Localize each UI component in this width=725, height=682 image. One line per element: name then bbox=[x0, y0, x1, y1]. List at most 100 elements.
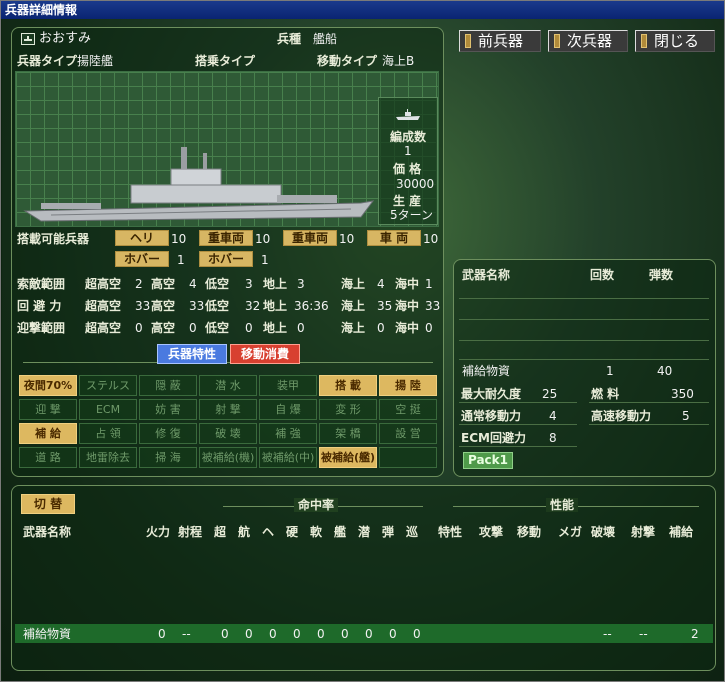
carry-item-value: 10 bbox=[255, 232, 271, 246]
range-col-label: 地上 bbox=[263, 299, 288, 313]
stat-divider bbox=[459, 446, 577, 447]
trait-chip: 潜 水 bbox=[199, 375, 257, 396]
range-value: 0 bbox=[297, 321, 305, 335]
formation-label: 編成数 bbox=[390, 130, 427, 144]
range-value: 1 bbox=[425, 277, 433, 291]
range-col-label: 高空 bbox=[151, 277, 176, 291]
trait-chip: 地雷除去 bbox=[79, 447, 137, 468]
stat-divider bbox=[459, 424, 577, 425]
carry-item-value: 10 bbox=[171, 232, 187, 246]
trait-chip: 道 路 bbox=[19, 447, 77, 468]
range-value: 2 bbox=[135, 277, 143, 291]
switch-button[interactable]: 切 替 bbox=[21, 494, 75, 514]
stat-divider bbox=[589, 402, 709, 403]
trait-chip: 補 強 bbox=[259, 423, 317, 444]
range-col-label: 海上 bbox=[341, 277, 366, 291]
fuel-value: 350 bbox=[671, 387, 694, 401]
high-speed-move-value: 5 bbox=[682, 409, 690, 423]
performance-group-label: 性能 bbox=[546, 498, 579, 512]
weapon-type-label: 兵器タイプ bbox=[17, 54, 78, 68]
hit-rate-cell: 0 bbox=[413, 627, 421, 641]
table-header-cell: 移動 bbox=[517, 525, 542, 539]
prev-weapon-button[interactable]: 前兵器 bbox=[459, 30, 541, 52]
trait-chip: 搭 載 bbox=[319, 375, 377, 396]
hit-rate-group-label: 命中率 bbox=[294, 498, 339, 512]
ship-image bbox=[23, 147, 375, 222]
board-type-label: 搭乗タイプ bbox=[195, 54, 256, 68]
range-value: 4 bbox=[189, 277, 197, 291]
high-speed-move-label: 高速移動力 bbox=[591, 409, 652, 423]
table-header-cell: 超 bbox=[214, 525, 227, 539]
stat-divider bbox=[589, 424, 709, 425]
shoot-cell: -- bbox=[639, 627, 648, 641]
table-header-cell: 火力 bbox=[146, 525, 171, 539]
stat-divider bbox=[459, 402, 577, 403]
table-header-cell: 補給 bbox=[669, 525, 694, 539]
trait-chip: 架 橋 bbox=[319, 423, 377, 444]
table-header-cell: 軟 bbox=[310, 525, 323, 539]
table-header-cell: 航 bbox=[238, 525, 251, 539]
weapon-performance-panel bbox=[11, 485, 716, 671]
window-title: 兵器詳細情報 bbox=[1, 1, 724, 19]
carry-item: ヘリ bbox=[115, 230, 169, 246]
pack-button[interactable]: Pack1 bbox=[463, 452, 513, 469]
weapon-slot-line bbox=[459, 319, 709, 320]
range-value: 0 bbox=[189, 321, 197, 335]
trait-chip: 夜間70% bbox=[19, 375, 77, 396]
range-value: 32 bbox=[245, 299, 261, 313]
button-marker-icon bbox=[465, 34, 471, 48]
supply-cell: 2 bbox=[691, 627, 699, 641]
range-row-label: 回 避 力 bbox=[17, 299, 62, 313]
table-header-cell: 特性 bbox=[438, 525, 463, 539]
range-col-label: 海中 bbox=[395, 277, 420, 291]
destroy-cell: -- bbox=[603, 627, 612, 641]
tab-weapon-traits[interactable]: 兵器特性 bbox=[157, 344, 227, 364]
range-col-label: 高空 bbox=[151, 299, 176, 313]
range-col-label: 海上 bbox=[341, 299, 366, 313]
range-col-label: 地上 bbox=[263, 277, 288, 291]
trait-chip: 破 壊 bbox=[199, 423, 257, 444]
carry-item-value: 10 bbox=[423, 232, 439, 246]
range-col-label: 海上 bbox=[341, 321, 366, 335]
move-type-value: 海上B bbox=[382, 54, 415, 68]
table-header-cell: 射撃 bbox=[631, 525, 656, 539]
carry-label: 搭載可能兵器 bbox=[17, 232, 90, 246]
range-row-label: 索敵範囲 bbox=[17, 277, 66, 291]
weapon-list-item-count: 1 bbox=[606, 364, 614, 378]
weapon-name-header: 武器名称 bbox=[462, 268, 511, 282]
hit-rate-cell: 0 bbox=[245, 627, 253, 641]
range-value: 3 bbox=[245, 277, 253, 291]
trait-chip: 被補給(中) bbox=[259, 447, 317, 468]
range-row-label: 迎撃範囲 bbox=[17, 321, 66, 335]
max-durability-value: 25 bbox=[542, 387, 558, 401]
range-value: 33 bbox=[135, 299, 151, 313]
formation-value: 1 bbox=[404, 144, 412, 158]
table-header-cell: 巡 bbox=[406, 525, 419, 539]
table-header-cell: 弾 bbox=[382, 525, 395, 539]
weapon-list-item-name[interactable]: 補給物資 bbox=[462, 364, 510, 378]
range-value: 36:36 bbox=[294, 299, 329, 313]
trait-chip: 揚 陸 bbox=[379, 375, 437, 396]
hit-rate-cell: 0 bbox=[389, 627, 397, 641]
weapon-detail-window: 兵器詳細情報 前兵器 次兵器 閉じる おおすみ 兵種 艦船 兵器タイプ 揚陸艦 … bbox=[0, 0, 725, 682]
range-value: 35 bbox=[377, 299, 393, 313]
trait-chip: 迎 撃 bbox=[19, 399, 77, 420]
close-button[interactable]: 閉じる bbox=[635, 30, 715, 52]
hit-rate-cell: 0 bbox=[341, 627, 349, 641]
range-col-label: 低空 bbox=[205, 277, 230, 291]
range-col-label: 海中 bbox=[395, 321, 420, 335]
weapon-list-item-ammo: 40 bbox=[657, 364, 673, 378]
range-value: 0 bbox=[135, 321, 143, 335]
weapon-ammo-header: 弾数 bbox=[649, 268, 674, 282]
weapon-count-header: 回数 bbox=[590, 268, 615, 282]
carry-item: ホバー bbox=[115, 251, 169, 267]
range-value: 0 bbox=[377, 321, 385, 335]
tab-move-consumption[interactable]: 移動消費 bbox=[230, 344, 300, 364]
next-weapon-button[interactable]: 次兵器 bbox=[548, 30, 628, 52]
range-value: 33 bbox=[425, 299, 441, 313]
table-header-cell: ヘ bbox=[262, 525, 275, 539]
range-value: 0 bbox=[245, 321, 253, 335]
weapon-type-value: 揚陸艦 bbox=[77, 54, 114, 68]
trait-chip: 設 営 bbox=[379, 423, 437, 444]
trait-chip: 変 形 bbox=[319, 399, 377, 420]
